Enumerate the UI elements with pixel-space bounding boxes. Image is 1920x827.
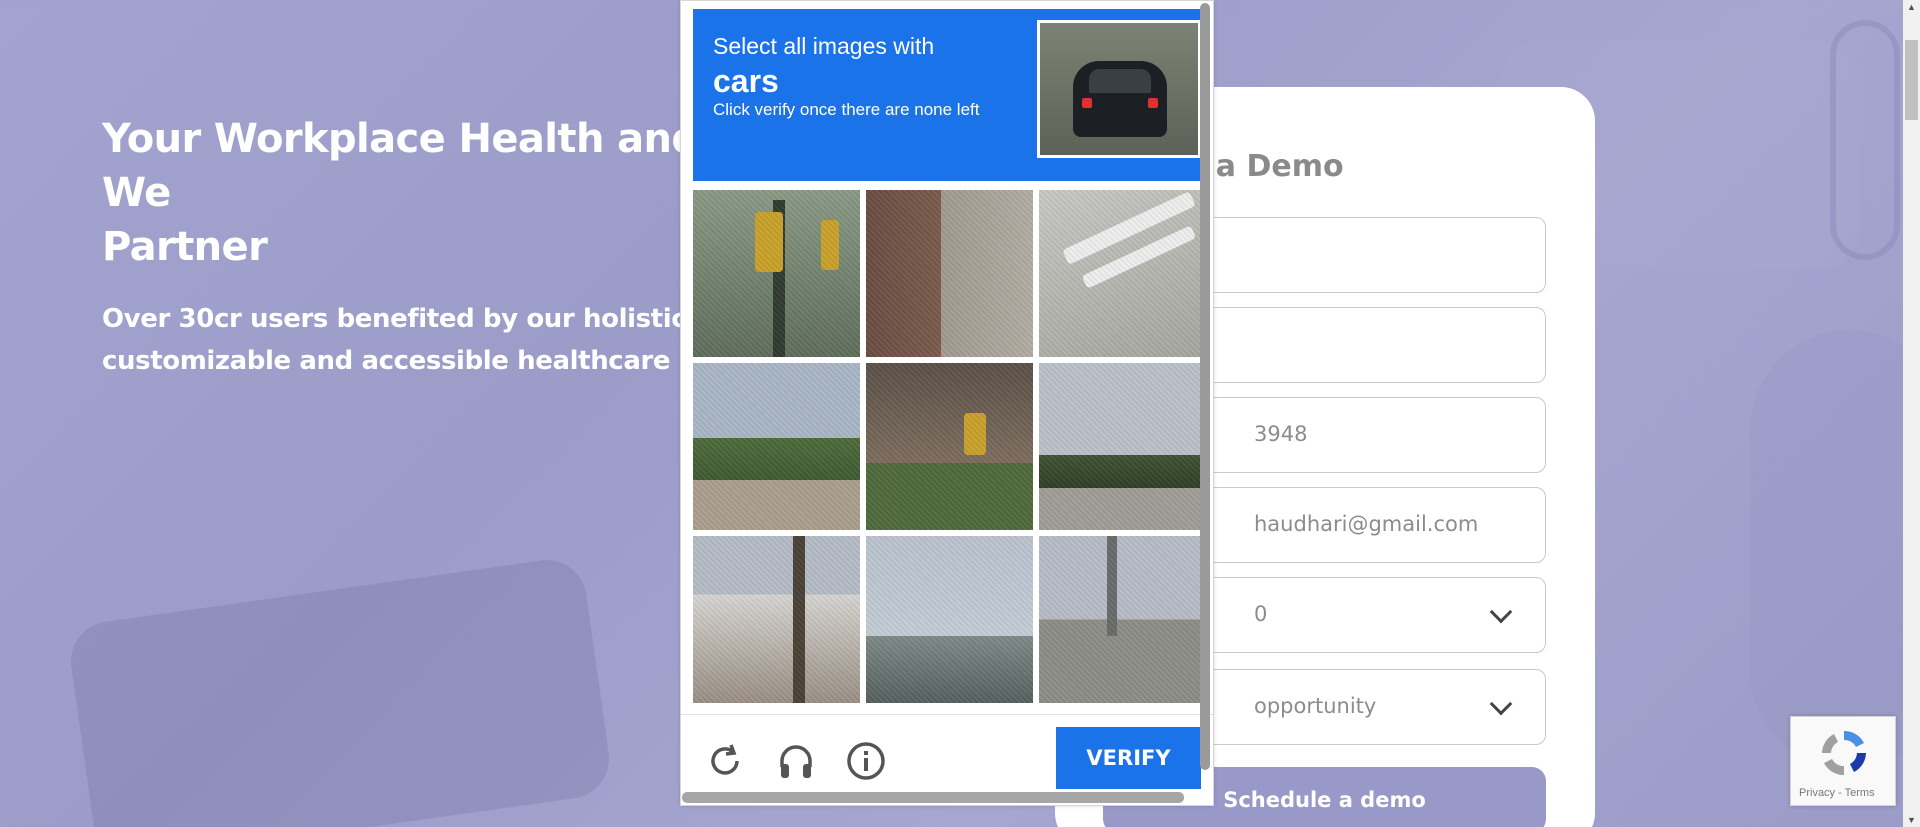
- instruction-text: Select all images with: [713, 33, 935, 59]
- captcha-vertical-scrollbar[interactable]: [1200, 3, 1210, 770]
- size-select-value: 0: [1254, 602, 1268, 626]
- recaptcha-badge[interactable]: Privacy - Terms: [1790, 716, 1896, 806]
- instruction-subtext: Click verify once there are none left: [713, 100, 980, 119]
- tile-texture: [1039, 536, 1206, 703]
- hero-title: Your Workplace Health and We Partner: [102, 112, 742, 274]
- phone-field-value: 3948: [1254, 422, 1308, 446]
- image-tile-2[interactable]: [866, 190, 1033, 357]
- page-scrollbar[interactable]: ▲ ▼: [1903, 0, 1920, 827]
- tail-light: [1082, 98, 1092, 108]
- recaptcha-challenge: Select all images with cars Click verify…: [680, 0, 1214, 806]
- image-tile-6[interactable]: [1039, 363, 1206, 530]
- challenge-footer: VERIFY: [681, 714, 1213, 804]
- image-tile-3[interactable]: [1039, 190, 1206, 357]
- image-tile-8[interactable]: [866, 536, 1033, 703]
- captcha-horizontal-scrollbar[interactable]: [682, 792, 1184, 803]
- hero-subtitle: Over 30cr users benefited by our holisti…: [102, 298, 742, 382]
- instruction-target: cars: [713, 63, 779, 99]
- hero-section: Your Workplace Health and We Partner Ove…: [102, 112, 742, 382]
- hero-subtitle-line1: Over 30cr users benefited by our holisti…: [102, 304, 696, 334]
- challenge-header: Select all images with cars Click verify…: [693, 9, 1201, 181]
- image-grid: [693, 190, 1206, 703]
- tile-texture: [693, 536, 860, 703]
- info-icon[interactable]: [846, 741, 886, 781]
- tile-texture: [866, 190, 1033, 357]
- tile-texture: [866, 536, 1033, 703]
- chevron-down-icon: [1489, 600, 1513, 624]
- image-tile-9[interactable]: [1039, 536, 1206, 703]
- email-field-value: haudhari@gmail.com: [1254, 512, 1479, 536]
- scroll-up-icon[interactable]: ▲: [1907, 2, 1916, 12]
- verify-button[interactable]: VERIFY: [1056, 727, 1201, 789]
- hero-title-line1: Your Workplace Health and We: [102, 116, 700, 216]
- scrollbar-thumb[interactable]: [1905, 40, 1918, 120]
- reload-icon[interactable]: [705, 741, 745, 781]
- image-tile-5[interactable]: [866, 363, 1033, 530]
- background-shape: [1830, 20, 1900, 260]
- background-shape: [65, 554, 615, 827]
- image-tile-4[interactable]: [693, 363, 860, 530]
- interest-select-value: opportunity: [1254, 694, 1377, 718]
- image-tile-7[interactable]: [693, 536, 860, 703]
- hero-subtitle-line2: customizable and accessible healthcare s…: [102, 346, 738, 376]
- hero-title-line2: Partner: [102, 224, 268, 270]
- privacy-terms-links[interactable]: Privacy - Terms: [1799, 787, 1875, 799]
- background-shape: [1750, 330, 1920, 770]
- tile-texture: [866, 363, 1033, 530]
- tile-texture: [1039, 190, 1206, 357]
- headphones-icon[interactable]: [776, 741, 816, 781]
- sample-car-image: [1037, 20, 1201, 158]
- tile-texture: [693, 363, 860, 530]
- tile-texture: [1039, 363, 1206, 530]
- car-window-shape: [1089, 69, 1151, 93]
- image-tile-1[interactable]: [693, 190, 860, 357]
- scroll-down-icon[interactable]: ▼: [1907, 815, 1916, 825]
- tile-texture: [693, 190, 860, 357]
- tail-light: [1148, 98, 1158, 108]
- chevron-down-icon: [1489, 692, 1513, 716]
- recaptcha-logo-icon: [1822, 730, 1866, 776]
